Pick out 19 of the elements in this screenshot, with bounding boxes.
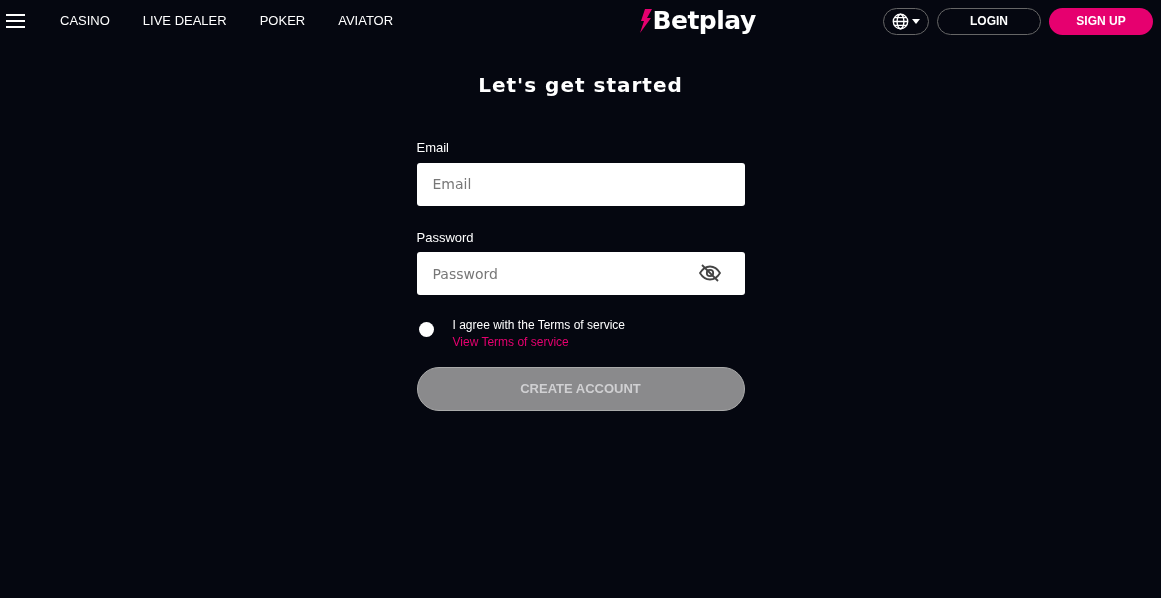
email-field[interactable]: Email bbox=[416, 162, 745, 206]
caret-icon bbox=[912, 18, 920, 24]
logo[interactable]: Betplay bbox=[652, 2, 756, 40]
globe-icon bbox=[892, 12, 909, 30]
field-label: Email bbox=[416, 139, 450, 157]
nav-link[interactable]: CASINO bbox=[60, 11, 110, 31]
hidden-eye-icon[interactable] bbox=[698, 264, 721, 282]
page-title: Let's get started bbox=[477, 72, 684, 99]
nav-link[interactable]: POKER bbox=[259, 11, 306, 31]
password-field[interactable]: Password bbox=[416, 252, 745, 295]
lightning-icon bbox=[640, 9, 653, 33]
agree-text: I agree with the Terms of service View Terms of service bbox=[452, 317, 627, 351]
nav-link[interactable]: AVIATOR bbox=[338, 11, 394, 31]
agree-radio[interactable] bbox=[418, 322, 434, 337]
terms-link[interactable]: View Terms of service bbox=[452, 335, 569, 349]
field-label: Password bbox=[416, 228, 475, 247]
signup-button[interactable]: SIGN UP bbox=[1049, 7, 1153, 35]
menu-icon[interactable] bbox=[6, 14, 25, 28]
nav-link[interactable]: LIVE DEALER bbox=[142, 11, 227, 31]
